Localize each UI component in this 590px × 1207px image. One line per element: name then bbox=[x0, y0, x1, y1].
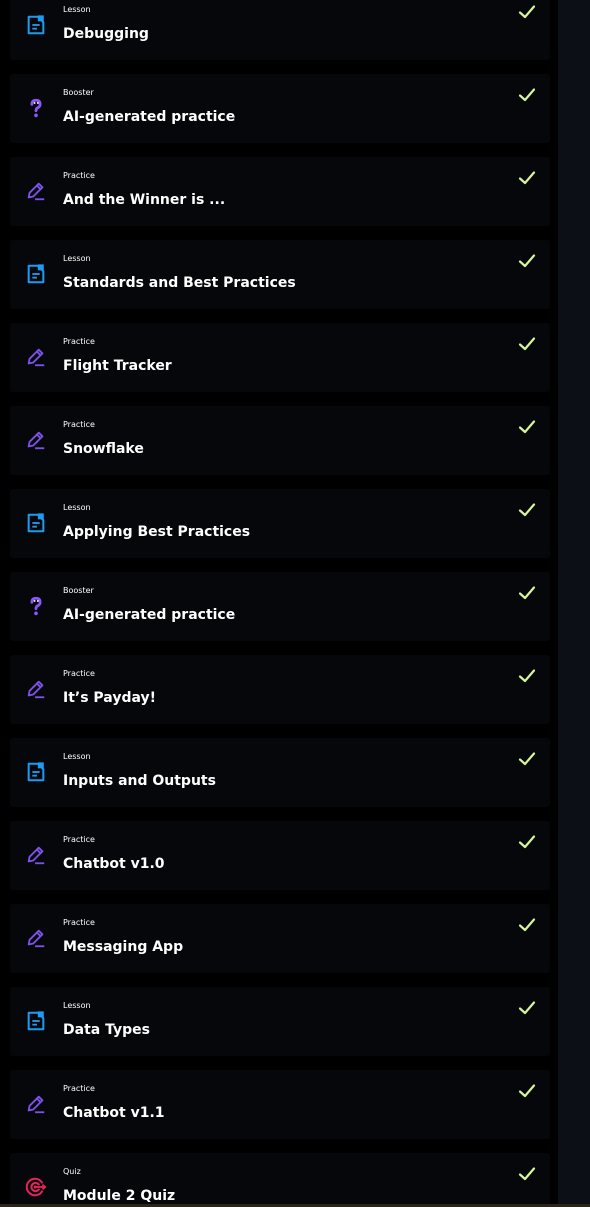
item-type-label: Lesson bbox=[63, 254, 91, 263]
item-title: Module 2 Quiz bbox=[63, 1188, 176, 1204]
item-type-label: Practice bbox=[63, 1084, 95, 1093]
item-type-label: Practice bbox=[63, 669, 95, 678]
module-item-list: Lesson Debugging Booster AI-generated pract… bbox=[10, 0, 550, 1207]
checkmark-icon bbox=[518, 667, 536, 685]
item-title: Debugging bbox=[63, 26, 149, 42]
module-item-practice[interactable]: Practice Flight Tracker bbox=[10, 323, 550, 392]
item-title: Flight Tracker bbox=[63, 358, 172, 374]
item-type-label: Lesson bbox=[63, 752, 91, 761]
checkmark-icon bbox=[518, 1082, 536, 1100]
item-title: It’s Payday! bbox=[63, 690, 157, 706]
document-icon bbox=[24, 760, 48, 784]
target-icon bbox=[24, 1175, 48, 1199]
checkmark-icon bbox=[518, 418, 536, 436]
scrollbar-track[interactable] bbox=[558, 0, 590, 1207]
item-type-label: Practice bbox=[63, 420, 95, 429]
checkmark-icon bbox=[518, 86, 536, 104]
checkmark-icon bbox=[518, 1165, 536, 1183]
pencil-icon bbox=[24, 843, 48, 867]
checkmark-icon bbox=[518, 169, 536, 187]
module-item-practice[interactable]: Practice Chatbot v1.1 bbox=[10, 1070, 550, 1139]
question-icon bbox=[24, 96, 48, 120]
checkmark-icon bbox=[518, 833, 536, 851]
document-icon bbox=[24, 262, 48, 286]
item-title: Messaging App bbox=[63, 939, 184, 955]
item-type-label: Practice bbox=[63, 918, 95, 927]
checkmark-icon bbox=[518, 916, 536, 934]
module-item-quiz[interactable]: Quiz Module 2 Quiz bbox=[10, 1153, 550, 1207]
module-item-practice[interactable]: Practice It’s Payday! bbox=[10, 655, 550, 724]
item-title: Chatbot v1.1 bbox=[63, 1105, 165, 1121]
checkmark-icon bbox=[518, 584, 536, 602]
module-item-lesson[interactable]: Lesson Applying Best Practices bbox=[10, 489, 550, 558]
item-type-label: Practice bbox=[63, 835, 95, 844]
item-type-label: Lesson bbox=[63, 1001, 91, 1010]
module-item-lesson[interactable]: Lesson Standards and Best Practices bbox=[10, 240, 550, 309]
pencil-icon bbox=[24, 1092, 48, 1116]
module-item-lesson[interactable]: Lesson Data Types bbox=[10, 987, 550, 1056]
item-title: AI-generated practice bbox=[63, 109, 236, 125]
item-type-label: Quiz bbox=[63, 1167, 81, 1176]
module-item-booster[interactable]: Booster AI-generated practice bbox=[10, 572, 550, 641]
pencil-icon bbox=[24, 179, 48, 203]
module-item-lesson[interactable]: Lesson Debugging bbox=[10, 0, 550, 60]
item-type-label: Lesson bbox=[63, 5, 91, 14]
item-title: Standards and Best Practices bbox=[63, 275, 296, 291]
item-title: AI-generated practice bbox=[63, 607, 236, 623]
item-title: Inputs and Outputs bbox=[63, 773, 216, 789]
module-item-lesson[interactable]: Lesson Inputs and Outputs bbox=[10, 738, 550, 807]
checkmark-icon bbox=[518, 335, 536, 353]
item-type-label: Lesson bbox=[63, 503, 91, 512]
checkmark-icon bbox=[518, 3, 536, 21]
document-icon bbox=[24, 1009, 48, 1033]
module-content-list-panel: Lesson Debugging Booster AI-generated pract… bbox=[0, 0, 558, 1207]
question-icon bbox=[24, 594, 48, 618]
item-title: Snowflake bbox=[63, 441, 144, 457]
item-type-label: Practice bbox=[63, 337, 95, 346]
item-type-label: Practice bbox=[63, 171, 95, 180]
pencil-icon bbox=[24, 926, 48, 950]
module-item-practice[interactable]: Practice And the Winner is ... bbox=[10, 157, 550, 226]
item-title: Chatbot v1.0 bbox=[63, 856, 165, 872]
item-title: Applying Best Practices bbox=[63, 524, 251, 540]
checkmark-icon bbox=[518, 252, 536, 270]
document-icon bbox=[24, 511, 48, 535]
document-icon bbox=[24, 13, 48, 37]
module-item-practice[interactable]: Practice Snowflake bbox=[10, 406, 550, 475]
item-type-label: Booster bbox=[63, 586, 94, 595]
pencil-icon bbox=[24, 345, 48, 369]
checkmark-icon bbox=[518, 750, 536, 768]
pencil-icon bbox=[24, 428, 48, 452]
module-item-booster[interactable]: Booster AI-generated practice bbox=[10, 74, 550, 143]
pencil-icon bbox=[24, 677, 48, 701]
item-title: Data Types bbox=[63, 1022, 150, 1038]
module-item-practice[interactable]: Practice Chatbot v1.0 bbox=[10, 821, 550, 890]
item-title: And the Winner is ... bbox=[63, 192, 226, 208]
item-type-label: Booster bbox=[63, 88, 94, 97]
checkmark-icon bbox=[518, 501, 536, 519]
checkmark-icon bbox=[518, 999, 536, 1017]
module-item-practice[interactable]: Practice Messaging App bbox=[10, 904, 550, 973]
